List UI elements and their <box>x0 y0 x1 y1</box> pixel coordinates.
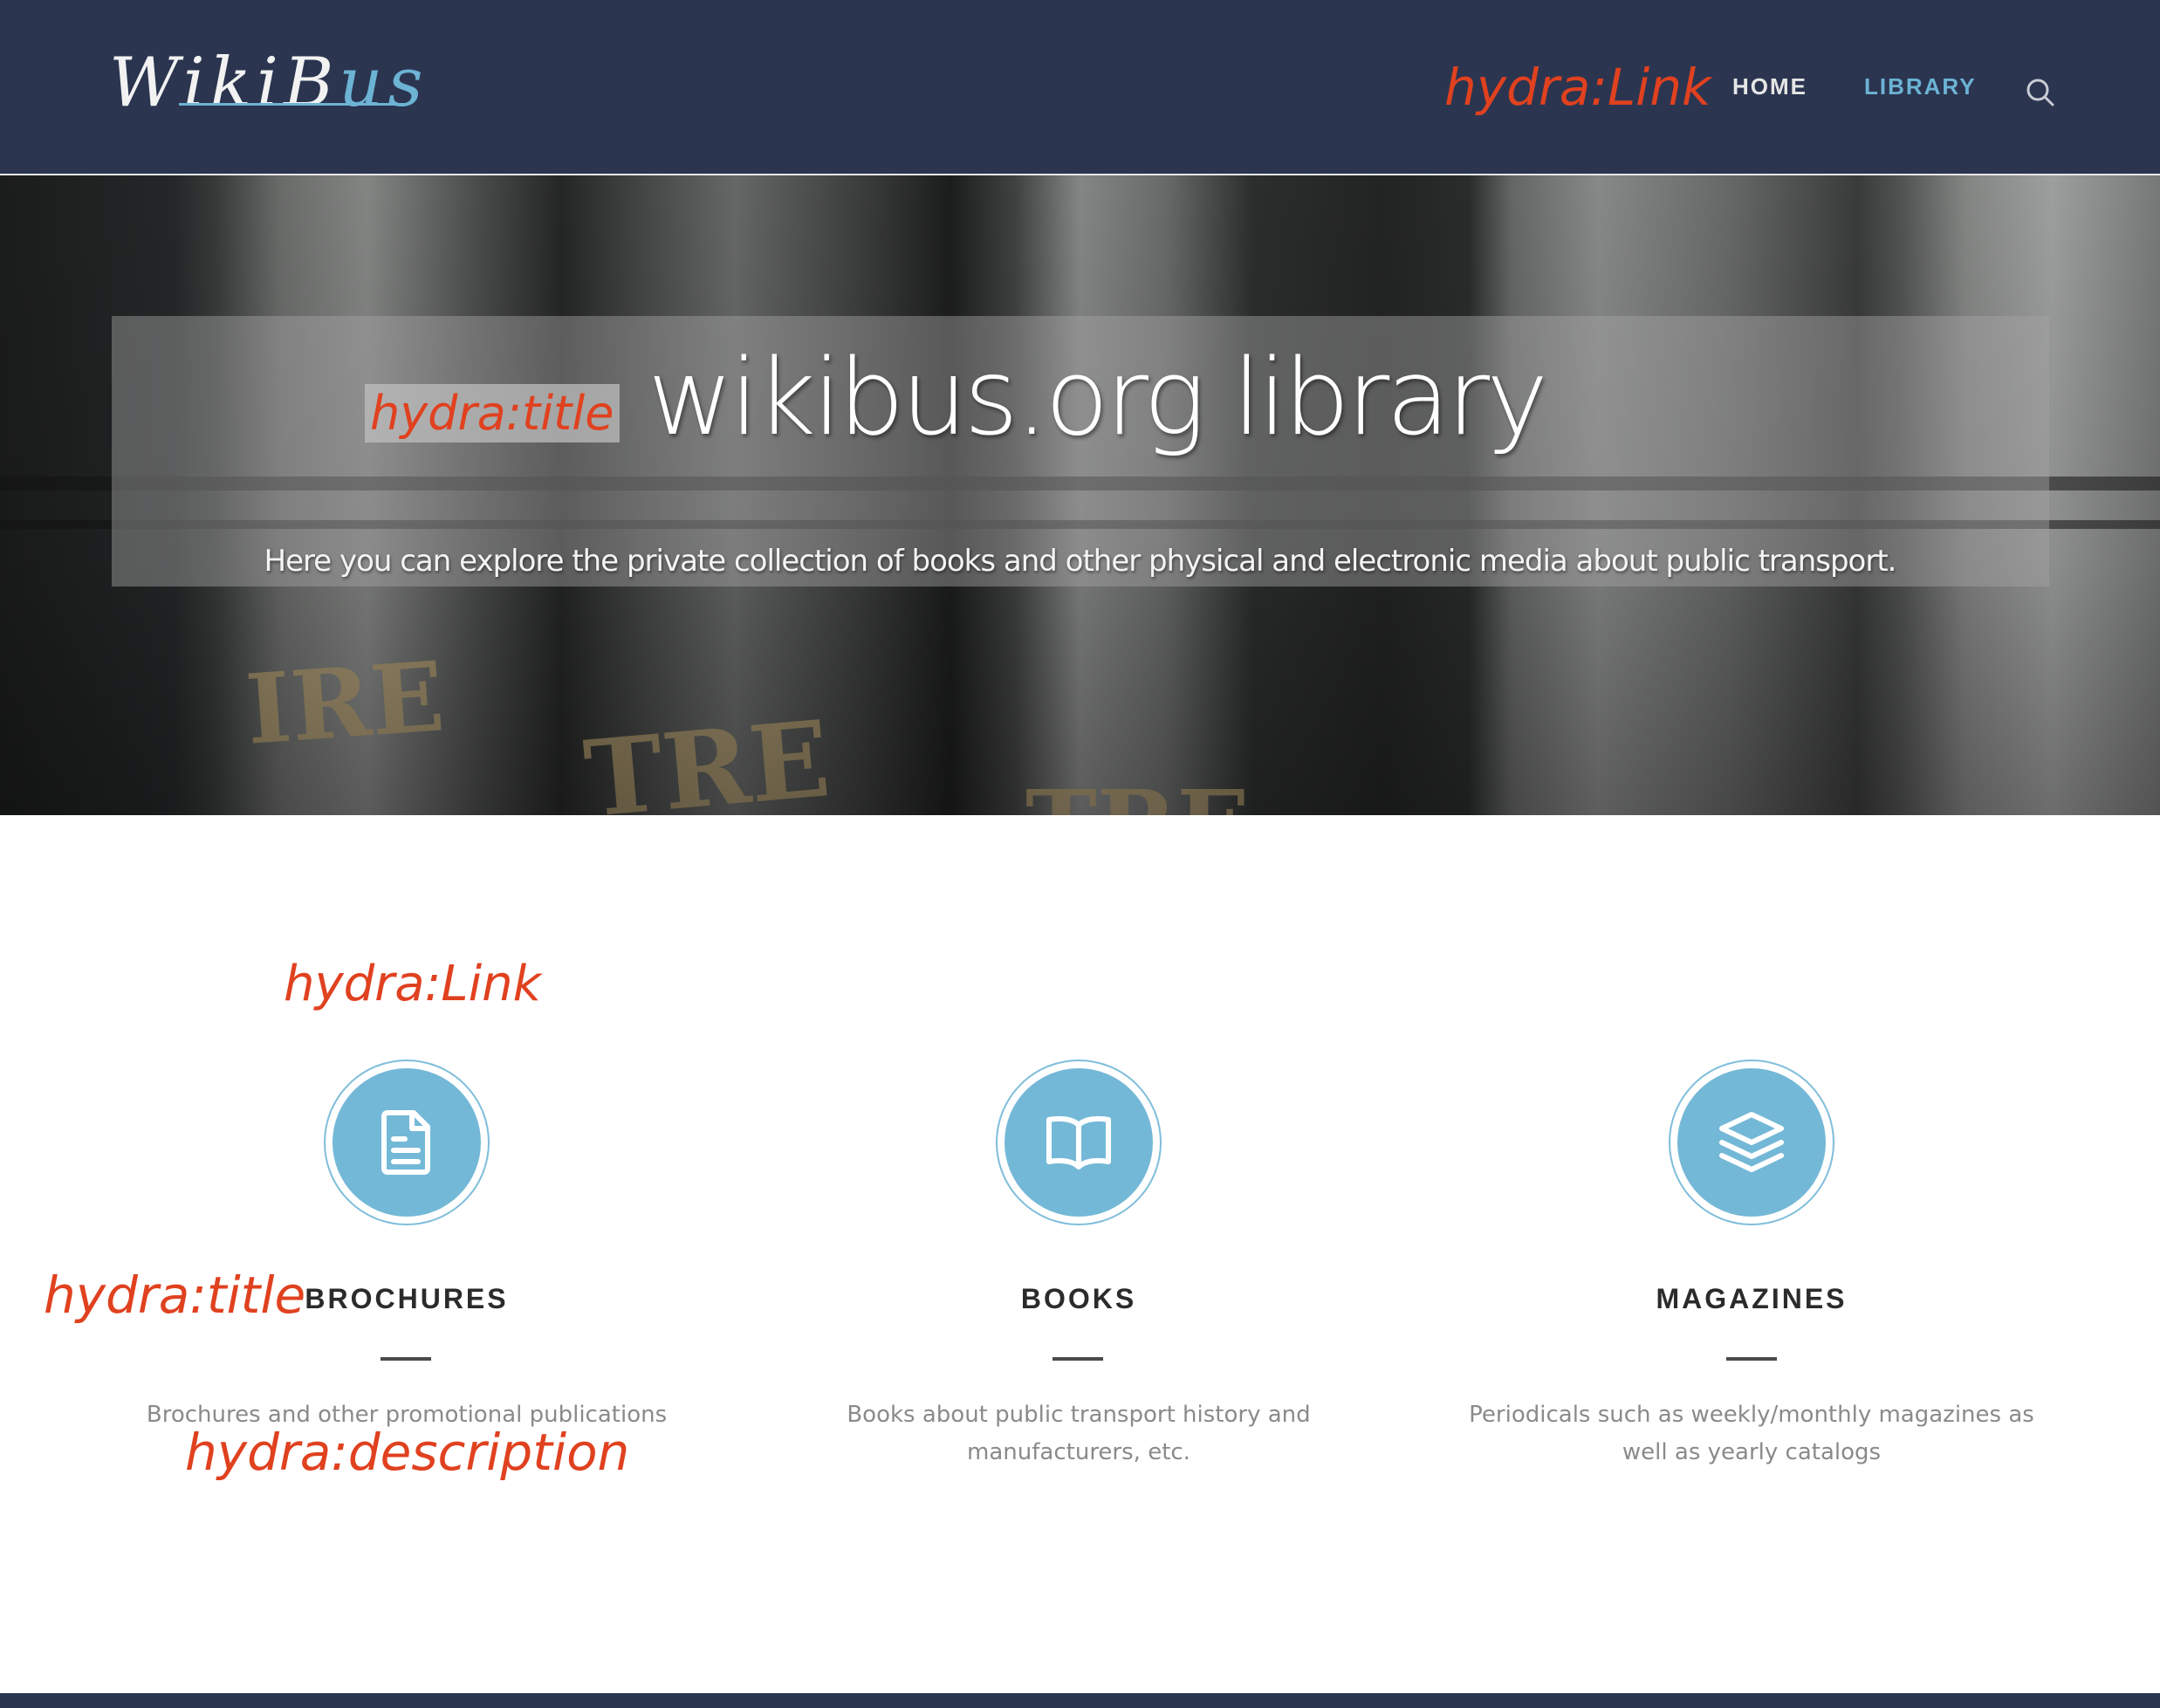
card-description: Books about public transport history and… <box>847 1402 1311 1465</box>
card-divider <box>381 1357 431 1361</box>
card-description: Brochures and other promotional publicat… <box>146 1402 668 1428</box>
document-icon <box>381 1110 430 1175</box>
card-title: BROCHURES <box>305 1283 509 1314</box>
card-divider <box>1726 1357 1777 1361</box>
category-card-magazines: MAGAZINES Periodicals such as weekly/mon… <box>1446 0 2057 1708</box>
brochures-link[interactable] <box>324 1060 490 1225</box>
open-book-icon <box>1046 1115 1111 1170</box>
card-divider <box>1053 1357 1103 1361</box>
category-card-brochures: BROCHURES Brochures and other promotiona… <box>101 0 712 1708</box>
category-card-books: BOOKS Books about public transport histo… <box>773 0 1384 1708</box>
card-title: BOOKS <box>1020 1283 1137 1314</box>
magazines-link[interactable] <box>1669 1060 1834 1225</box>
layers-icon <box>1719 1112 1784 1172</box>
card-title: MAGAZINES <box>1656 1283 1848 1314</box>
books-link[interactable] <box>996 1060 1162 1225</box>
footer-bar <box>0 1693 2160 1708</box>
card-description: Periodicals such as weekly/monthly magaz… <box>1469 1402 2034 1465</box>
